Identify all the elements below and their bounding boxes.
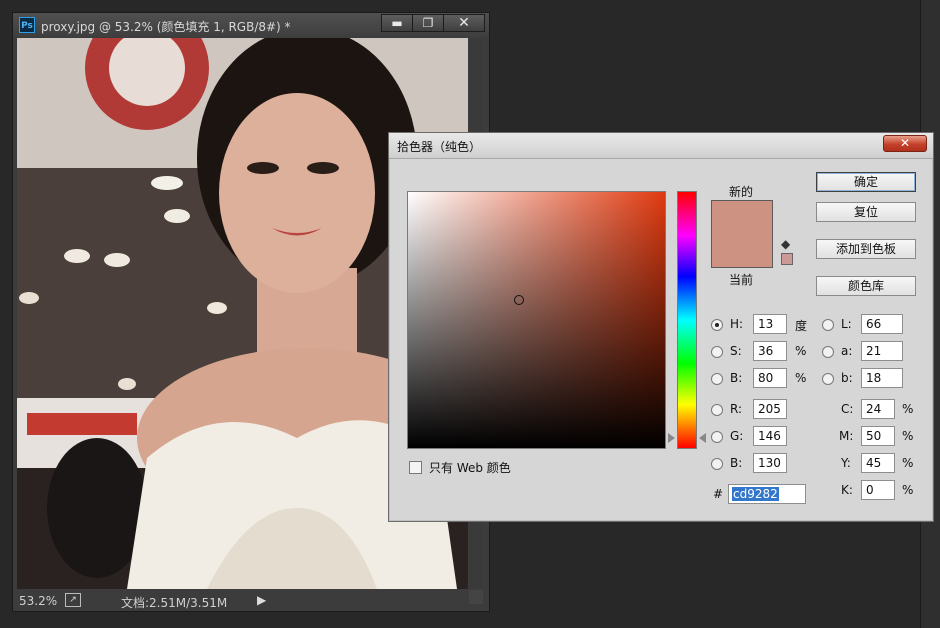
hue-slider-right-arrow-icon[interactable] bbox=[699, 433, 706, 443]
field-h[interactable]: 13 bbox=[753, 314, 787, 334]
zoom-level[interactable]: 53.2% bbox=[19, 594, 57, 608]
field-lab-b[interactable]: 18 bbox=[861, 368, 903, 388]
color-cursor[interactable] bbox=[514, 295, 524, 305]
label-l: L: bbox=[841, 317, 852, 331]
resize-grip[interactable] bbox=[469, 590, 483, 604]
reset-button[interactable]: 复位 bbox=[816, 202, 916, 222]
field-blue[interactable]: 130 bbox=[753, 453, 787, 473]
dialog-title: 拾色器（纯色） bbox=[397, 140, 482, 154]
label-a: a: bbox=[841, 344, 853, 358]
unit-y: % bbox=[902, 456, 914, 470]
unit-s: % bbox=[795, 344, 807, 358]
export-icon[interactable]: ↗ bbox=[65, 593, 81, 607]
radio-s[interactable] bbox=[711, 346, 723, 358]
radio-lab-b[interactable] bbox=[822, 373, 834, 385]
ok-button[interactable]: 确定 bbox=[816, 172, 916, 192]
radio-r[interactable] bbox=[711, 404, 723, 416]
field-m[interactable]: 50 bbox=[861, 426, 895, 446]
unit-c: % bbox=[902, 402, 914, 416]
label-k: K: bbox=[841, 483, 853, 497]
current-color-label: 当前 bbox=[729, 273, 754, 287]
label-r: R: bbox=[730, 402, 743, 416]
maximize-button[interactable]: ❐ bbox=[412, 14, 444, 32]
only-web-colors-label[interactable]: 只有 Web 颜色 bbox=[429, 459, 511, 476]
label-blue: B: bbox=[730, 456, 743, 470]
field-k[interactable]: 0 bbox=[861, 480, 895, 500]
label-s: S: bbox=[730, 344, 742, 358]
label-c: C: bbox=[841, 402, 854, 416]
photoshop-app-icon: Ps bbox=[19, 17, 35, 33]
close-button[interactable]: ✕ bbox=[443, 14, 485, 32]
current-color-swatch[interactable] bbox=[712, 234, 772, 267]
unit-brightness: % bbox=[795, 371, 807, 385]
add-to-swatches-button[interactable]: 添加到色板 bbox=[816, 239, 916, 259]
minimize-button[interactable]: ▬ bbox=[381, 14, 413, 32]
field-c[interactable]: 24 bbox=[861, 399, 895, 419]
label-g: G: bbox=[730, 429, 744, 443]
new-color-swatch bbox=[712, 201, 772, 234]
hex-value: cd9282 bbox=[732, 487, 779, 501]
unit-m: % bbox=[902, 429, 914, 443]
dialog-close-button[interactable]: ✕ bbox=[883, 135, 927, 152]
radio-brightness[interactable] bbox=[711, 373, 723, 385]
field-s[interactable]: 36 bbox=[753, 341, 787, 361]
field-g[interactable]: 146 bbox=[753, 426, 787, 446]
color-picker-dialog: 拾色器（纯色） ✕ 新的 当前 ◆ 确定 复位 添加到色板 颜色库 H: 13 … bbox=[388, 132, 934, 522]
label-y: Y: bbox=[841, 456, 851, 470]
hex-prefix: # bbox=[713, 487, 724, 501]
radio-l[interactable] bbox=[822, 319, 834, 331]
label-brightness: B: bbox=[730, 371, 743, 385]
status-bar: 53.2% ↗ 文档:2.51M/3.51M ▶ bbox=[13, 590, 489, 611]
label-h: H: bbox=[730, 317, 744, 331]
field-r[interactable]: 205 bbox=[753, 399, 787, 419]
field-l[interactable]: 66 bbox=[861, 314, 903, 334]
hue-slider-left-arrow-icon[interactable] bbox=[668, 433, 675, 443]
field-y[interactable]: 45 bbox=[861, 453, 895, 473]
label-m: M: bbox=[839, 429, 854, 443]
saturation-brightness-field[interactable] bbox=[407, 191, 666, 449]
radio-a[interactable] bbox=[822, 346, 834, 358]
unit-k: % bbox=[902, 483, 914, 497]
radio-g[interactable] bbox=[711, 431, 723, 443]
radio-blue[interactable] bbox=[711, 458, 723, 470]
new-color-label: 新的 bbox=[729, 185, 754, 199]
dialog-titlebar[interactable]: 拾色器（纯色） ✕ bbox=[389, 133, 933, 159]
color-libraries-button[interactable]: 颜色库 bbox=[816, 276, 916, 296]
only-web-colors-checkbox[interactable] bbox=[409, 461, 422, 474]
field-a[interactable]: 21 bbox=[861, 341, 903, 361]
out-of-gamut-cube-icon[interactable]: ◆ bbox=[781, 237, 790, 251]
document-titlebar[interactable]: Ps proxy.jpg @ 53.2% (颜色填充 1, RGB/8#) * … bbox=[13, 13, 489, 37]
field-brightness[interactable]: 80 bbox=[753, 368, 787, 388]
hex-input[interactable]: cd9282 bbox=[728, 484, 806, 504]
radio-h[interactable] bbox=[711, 319, 723, 331]
hue-slider[interactable] bbox=[677, 191, 697, 449]
unit-h: 度 bbox=[795, 319, 808, 333]
label-lab-b: b: bbox=[841, 371, 853, 385]
status-menu-arrow-icon[interactable]: ▶ bbox=[257, 593, 266, 607]
web-safe-color-swatch[interactable] bbox=[781, 253, 793, 265]
document-title: proxy.jpg @ 53.2% (颜色填充 1, RGB/8#) * bbox=[41, 20, 291, 34]
document-size: 文档:2.51M/3.51M bbox=[121, 596, 228, 610]
color-preview bbox=[711, 200, 773, 268]
